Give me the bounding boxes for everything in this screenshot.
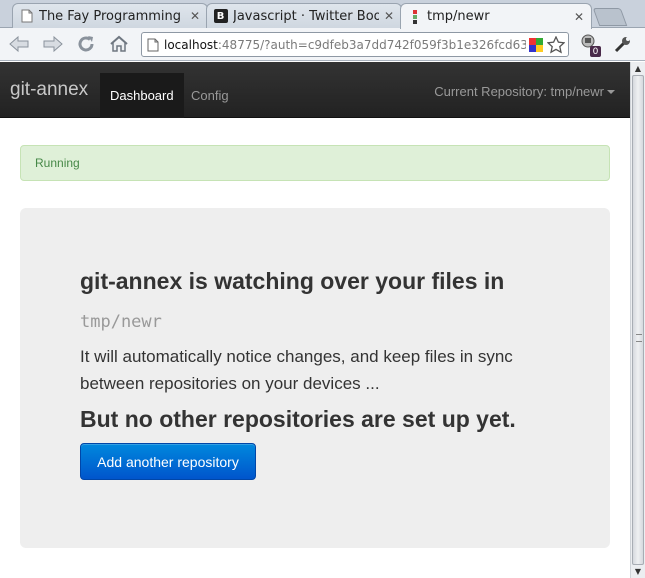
color-extension-icon[interactable] <box>526 35 546 55</box>
close-icon[interactable]: ✕ <box>189 9 201 23</box>
hero-lead: It will automatically notice changes, an… <box>80 347 513 393</box>
hero-unit: git-annex is watching over your files in… <box>20 208 610 548</box>
browser-tab-strip: The Fay Programming L ✕ B Javascript · T… <box>0 0 645 29</box>
caret-down-icon <box>607 89 615 94</box>
scrollbar-grip <box>636 334 642 342</box>
extension-badge: 0 <box>590 46 601 57</box>
tab-title: tmp/newr <box>427 9 490 24</box>
scroll-up-arrow-icon[interactable]: ▲ <box>631 62 645 75</box>
address-bar[interactable]: localhost:48775/?auth=c9dfeb3a7dd742f059… <box>141 32 569 57</box>
current-repository-menu[interactable]: Current Repository: tmp/newr <box>434 84 615 99</box>
tab-fay-programming[interactable]: The Fay Programming L ✕ <box>12 3 208 28</box>
bookmark-star-icon[interactable] <box>546 35 566 55</box>
tab-tmp-newr[interactable]: tmp/newr ✕ <box>400 3 592 29</box>
vertical-scrollbar[interactable]: ▲ ▼ <box>630 62 645 578</box>
settings-wrench-button[interactable] <box>610 32 636 56</box>
close-icon[interactable]: ✕ <box>573 10 585 24</box>
new-tab-button[interactable] <box>592 8 628 26</box>
status-text: Running <box>35 156 80 170</box>
tab-title: Javascript · Twitter Boot <box>233 8 379 24</box>
nav-config[interactable]: Config <box>181 73 239 118</box>
close-icon[interactable]: ✕ <box>383 9 395 23</box>
browser-toolbar: localhost:48775/?auth=c9dfeb3a7dd742f059… <box>0 28 645 61</box>
hero-subheading: But no other repositories are set up yet… <box>80 406 516 432</box>
wrench-icon <box>614 37 630 53</box>
hero-heading: git-annex is watching over your files in <box>80 268 505 294</box>
forward-arrow-icon <box>43 35 63 53</box>
add-repository-button[interactable]: Add another repository <box>80 443 256 480</box>
reload-button[interactable] <box>73 32 99 56</box>
page-icon <box>142 38 164 52</box>
scrollbar-thumb[interactable] <box>632 75 644 565</box>
tab-twitter-bootstrap[interactable]: B Javascript · Twitter Boot ✕ <box>206 3 402 28</box>
current-repository-label: Current Repository: tmp/newr <box>434 84 604 99</box>
url-path: :48775/?auth=c9dfeb3a7dd742f059f3b1e326f… <box>217 37 526 52</box>
scroll-down-arrow-icon[interactable]: ▼ <box>631 565 645 578</box>
extension-button[interactable]: 0 <box>576 32 602 57</box>
status-alert: Running <box>20 145 610 181</box>
brand-logo[interactable]: git-annex <box>10 79 88 101</box>
home-button[interactable] <box>106 32 132 56</box>
top-navbar: git-annex Dashboard Config Current Repos… <box>0 62 630 118</box>
page-icon <box>19 9 34 24</box>
url-text[interactable]: localhost:48775/?auth=c9dfeb3a7dd742f059… <box>164 38 526 52</box>
repository-path: tmp/newr <box>80 312 162 332</box>
forward-button[interactable] <box>40 32 66 56</box>
git-annex-icon <box>407 9 422 24</box>
page-viewport: git-annex Dashboard Config Current Repos… <box>0 62 630 578</box>
nav-dashboard[interactable]: Dashboard <box>100 73 184 118</box>
back-arrow-icon <box>9 35 29 53</box>
url-host: localhost <box>164 37 218 52</box>
tab-title: The Fay Programming L <box>39 8 185 24</box>
home-icon <box>110 35 128 52</box>
back-button[interactable] <box>6 32 32 56</box>
bootstrap-b-icon: B <box>213 9 228 24</box>
reload-icon <box>78 36 94 52</box>
